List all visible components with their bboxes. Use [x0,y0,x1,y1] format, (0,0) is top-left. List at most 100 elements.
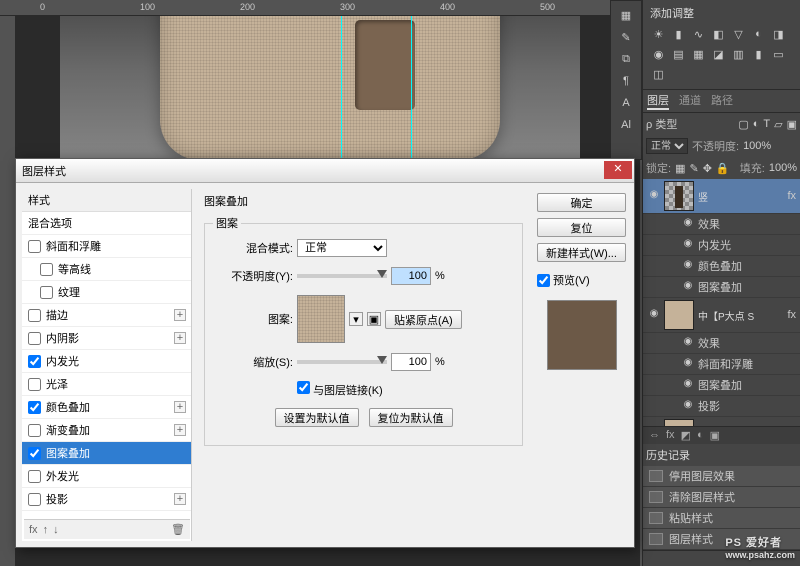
style-checkbox[interactable] [28,424,41,437]
styles-header[interactable]: 样式 [22,189,191,212]
history-item[interactable]: 粘贴样式 [643,508,800,529]
eye-icon[interactable]: ◉ [681,259,695,273]
lookup-icon[interactable]: ▦ [691,48,706,63]
channel-mixer-icon[interactable]: ▤ [671,48,686,63]
add-effect-icon[interactable]: + [174,309,186,321]
lock-trans-icon[interactable]: ▦ [675,162,685,175]
swatches-icon[interactable]: ▦ [617,9,635,23]
ruler-horizontal[interactable]: 0 100 200 300 400 500 [0,0,640,16]
posterize-icon[interactable]: ▥ [731,48,746,63]
link-icon[interactable]: ⇔ [649,429,660,442]
layer-row[interactable]: ◉ 竖 fx [643,179,800,214]
arrow-up-icon[interactable]: ↑ [43,524,49,536]
visibility-icon[interactable]: ◉ [647,308,661,322]
brightness-icon[interactable]: ☀ [651,28,666,43]
fx-badge[interactable]: fx [787,190,796,202]
new-style-button[interactable]: 新建样式(W)... [537,243,626,262]
style-光泽[interactable]: 光泽 [22,373,191,396]
photo-filter-icon[interactable]: ◉ [651,48,666,63]
reset-default-button[interactable]: 复位为默认值 [369,408,453,427]
text-icon[interactable]: Al [617,119,635,133]
fx-item[interactable]: ◉投影 [643,396,800,417]
eye-icon[interactable]: ◉ [681,336,695,350]
curves-icon[interactable]: ∿ [691,28,706,43]
blending-options-row[interactable]: 混合选项 [22,212,191,235]
style-checkbox[interactable] [28,378,41,391]
fx-icon[interactable]: fx [666,429,675,442]
layer-thumbnail[interactable] [664,419,694,426]
levels-icon[interactable]: ▮ [671,28,686,43]
fx-item[interactable]: ◉内发光 [643,235,800,256]
reset-button[interactable]: 复位 [537,218,626,237]
pattern-swatch[interactable] [297,295,345,343]
opacity-slider[interactable] [297,274,387,278]
dialog-titlebar[interactable]: 图层样式 ✕ [16,159,634,183]
char-icon[interactable]: A [617,97,635,111]
layer-thumbnail[interactable] [664,300,694,330]
threshold-icon[interactable]: ▮ [751,48,766,63]
ruler-vertical[interactable] [0,0,16,566]
filter-text-icon[interactable]: T [763,118,770,130]
exposure-icon[interactable]: ◧ [711,28,726,43]
set-default-button[interactable]: 设置为默认值 [275,408,359,427]
style-纹理[interactable]: 纹理 [22,281,191,304]
clone-icon[interactable]: ⧉ [617,53,635,67]
fx-item[interactable]: ◉图案叠加 [643,375,800,396]
eye-icon[interactable]: ◉ [681,378,695,392]
fill-value[interactable]: 100% [769,162,797,174]
bw-icon[interactable]: ◨ [771,28,786,43]
fx-header[interactable]: ◉效果 [643,333,800,354]
style-描边[interactable]: 描边+ [22,304,191,327]
layer-row[interactable]: ◉ 中【P大点 S fx [643,298,800,333]
filter-adj-icon[interactable]: ◐ [753,118,760,130]
ok-button[interactable]: 确定 [537,193,626,212]
style-等高线[interactable]: 等高线 [22,258,191,281]
filter-smart-icon[interactable]: ▣ [787,118,797,131]
opacity-value[interactable]: 100% [743,140,771,152]
fx-item[interactable]: ◉颜色叠加 [643,256,800,277]
fx-badge[interactable]: fx [787,309,796,321]
selective-icon[interactable]: ◫ [651,68,666,83]
style-内阴影[interactable]: 内阴影+ [22,327,191,350]
style-checkbox[interactable] [28,447,41,460]
fx-item[interactable]: ◉图案叠加 [643,277,800,298]
paragraph-icon[interactable]: ¶ [617,75,635,89]
filter-image-icon[interactable]: ▢ [738,118,748,131]
style-checkbox[interactable] [28,493,41,506]
add-effect-icon[interactable]: + [174,424,186,436]
eye-icon[interactable]: ◉ [681,399,695,413]
eye-icon[interactable]: ◉ [681,357,695,371]
brush-icon[interactable]: ✎ [617,31,635,45]
style-checkbox[interactable] [40,286,53,299]
style-内发光[interactable]: 内发光 [22,350,191,373]
hue-icon[interactable]: ◐ [751,28,766,43]
trash-icon[interactable]: 🗑 [171,523,185,536]
style-checkbox[interactable] [28,470,41,483]
layer-row[interactable]: ◉ 底面【P大点 S fx [643,417,800,426]
tab-paths[interactable]: 路径 [711,92,733,110]
scale-input[interactable] [391,353,431,371]
style-checkbox[interactable] [28,332,41,345]
fx-item[interactable]: ◉斜面和浮雕 [643,354,800,375]
mask-icon[interactable]: ◩ [681,429,691,442]
new-preset-icon[interactable]: ▣ [367,312,381,326]
style-checkbox[interactable] [28,401,41,414]
vibrance-icon[interactable]: ▽ [731,28,746,43]
eye-icon[interactable]: ◉ [681,280,695,294]
opacity-input[interactable] [391,267,431,285]
eye-icon[interactable]: ◉ [681,238,695,252]
add-effect-icon[interactable]: + [174,493,186,505]
invert-icon[interactable]: ◪ [711,48,726,63]
blend-mode-select[interactable]: 正常 [297,239,387,257]
style-checkbox[interactable] [28,355,41,368]
arrow-down-icon[interactable]: ↓ [53,524,59,536]
snap-origin-button[interactable]: 贴紧原点(A) [385,310,462,329]
fx-header[interactable]: ◉效果 [643,214,800,235]
blend-mode-select[interactable]: 正常 [646,138,688,154]
add-effect-icon[interactable]: + [174,332,186,344]
style-checkbox[interactable] [28,309,41,322]
style-颜色叠加[interactable]: 颜色叠加+ [22,396,191,419]
layer-thumbnail[interactable] [664,181,694,211]
group-icon[interactable]: ▣ [710,429,720,442]
style-checkbox[interactable] [40,263,53,276]
